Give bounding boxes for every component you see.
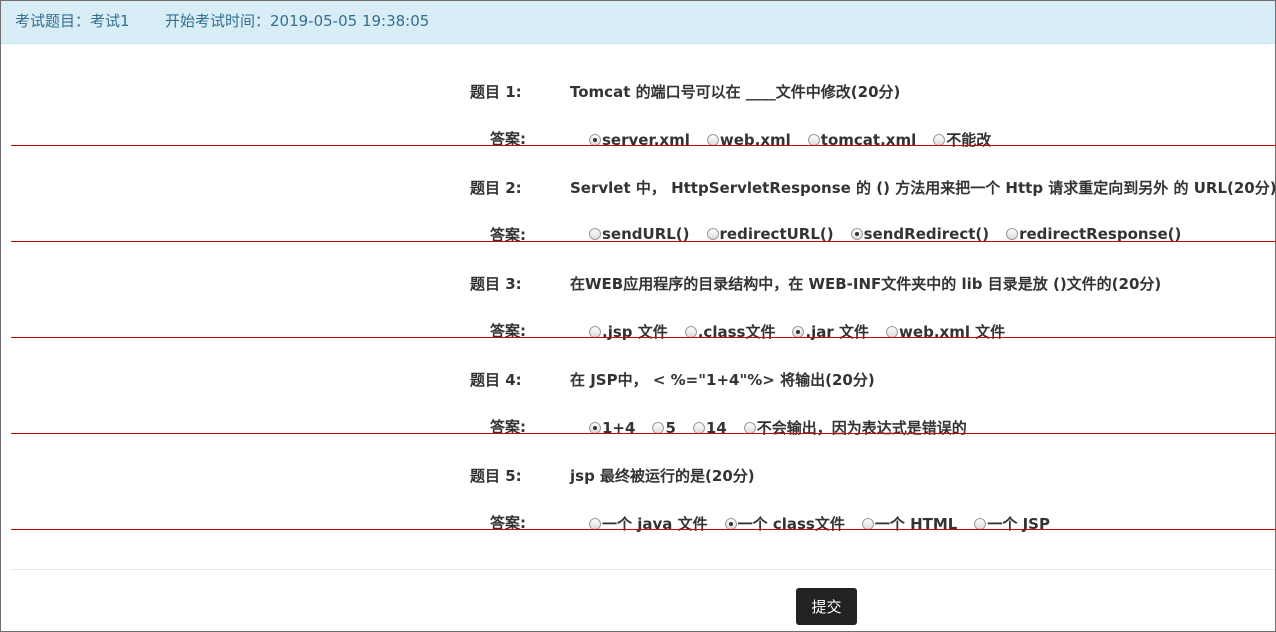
- answer-option[interactable]: 一个 java 文件: [589, 513, 708, 534]
- radio-button[interactable]: [974, 517, 987, 530]
- exam-page: 考试题目：考试1 开始考试时间：2019-05-05 19:38:05 题目 1…: [0, 0, 1276, 632]
- question-number: 题目 3:: [470, 275, 522, 293]
- radio-button[interactable]: [861, 517, 874, 530]
- question-3: 题目 3: 在WEB应用程序的目录结构中，在 WEB-INF文件夹中的 lib 目…: [1, 236, 1276, 341]
- question-divider: [11, 529, 1276, 530]
- option-label: 一个 java 文件: [602, 515, 708, 533]
- answer-option[interactable]: 一个 JSP: [974, 513, 1050, 534]
- answer-option[interactable]: 一个 class文件: [724, 513, 845, 534]
- option-label: 一个 JSP: [987, 515, 1050, 533]
- question-2: 题目 2: Servlet 中， HttpServletResponse 的 ()…: [1, 140, 1276, 244]
- question-text: Tomcat 的端口号可以在 ____文件中修改(20分): [570, 83, 901, 101]
- radio-button[interactable]: [589, 517, 601, 530]
- question-5: 题目 5: jsp 最终被运行的是(20分) 答案: 一个 java 文件 一个 cla…: [1, 428, 1276, 533]
- question-1: 题目 1: Tomcat 的端口号可以在 ____文件中修改(20分) 答案: ser…: [1, 44, 1276, 149]
- option-label: 一个 class文件: [737, 515, 845, 533]
- question-text: 在WEB应用程序的目录结构中，在 WEB-INF文件夹中的 lib 目录是放 (…: [570, 275, 1162, 293]
- option-label: 一个 HTML: [874, 515, 958, 533]
- footer-divider: [11, 569, 1275, 570]
- question-number: 题目 5:: [470, 467, 522, 485]
- exam-header: 考试题目：考试1 开始考试时间：2019-05-05 19:38:05: [1, 1, 1275, 44]
- exam-title: 考试题目：考试1: [15, 12, 130, 30]
- radio-button[interactable]: [724, 517, 737, 530]
- submit-button[interactable]: 提交: [796, 588, 857, 625]
- answer-options: 一个 java 文件 一个 class文件 一个 HTML 一个 JSP: [589, 513, 1067, 534]
- question-number: 题目 1:: [470, 83, 522, 101]
- question-number: 题目 4:: [470, 371, 522, 389]
- question-text: jsp 最终被运行的是(20分): [570, 467, 755, 485]
- answer-option[interactable]: 一个 HTML: [861, 513, 958, 534]
- question-number: 题目 2:: [470, 179, 522, 197]
- question-text: 在 JSP中， < %="1+4"%> 将输出(20分): [570, 371, 875, 389]
- question-4: 题目 4: 在 JSP中， < %="1+4"%> 将输出(20分) 答案: 1+4 5…: [1, 332, 1276, 437]
- question-text: Servlet 中， HttpServletResponse 的 () 方法用来…: [570, 179, 1276, 197]
- exam-start-time: 开始考试时间：2019-05-05 19:38:05: [165, 12, 430, 30]
